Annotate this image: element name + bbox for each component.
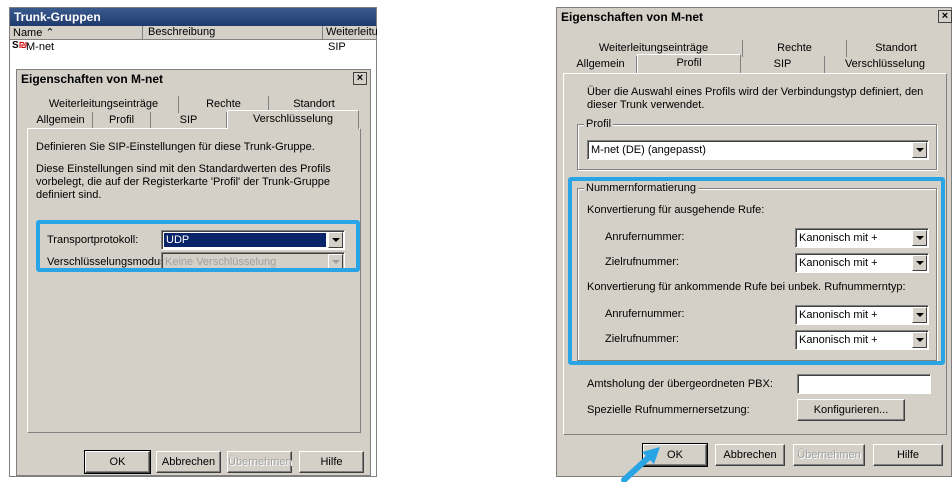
left-intro-text-2: Diese Einstellungen sind mit den Standar… <box>36 163 331 201</box>
left-tabs-front: Allgemein Profil SIP Verschlüsselung <box>29 110 359 129</box>
configure-button[interactable]: Konfigurieren... <box>797 399 905 421</box>
trunk-forward: SIP <box>328 41 346 53</box>
trunk-name: M-net <box>26 41 55 53</box>
list-item[interactable]: S₪ M-net SIP <box>10 40 376 54</box>
tab-profile[interactable]: Profil <box>93 112 151 129</box>
col-name-header[interactable]: Name ⌃ <box>13 26 55 39</box>
cancel-button[interactable]: Abbrechen <box>156 451 221 473</box>
tab-encryption[interactable]: Verschlüsselung <box>227 110 359 129</box>
special-replace-label: Spezielle Rufnummernersetzung: <box>587 404 750 416</box>
tab-sip[interactable]: SIP <box>741 56 825 73</box>
col-description-header[interactable]: Beschreibung <box>148 26 215 38</box>
tab-profile[interactable]: Profil <box>637 54 741 73</box>
apply-button: Übernehmen <box>227 451 292 473</box>
left-intro-text: Definieren Sie SIP-Einstellungen für die… <box>36 141 315 153</box>
pointer-arrow-icon <box>621 447 660 482</box>
apply-button: Übernehmen <box>793 444 865 466</box>
profile-group-label: Profil <box>584 118 614 130</box>
tab-rights[interactable]: Rechte <box>743 40 847 57</box>
pbx-label: Amtsholung der übergeordneten PBX: <box>587 378 773 390</box>
tab-general[interactable]: Allgemein <box>29 112 93 129</box>
tab-sip[interactable]: SIP <box>151 112 227 129</box>
right-tabs-back: Weiterleitungseinträge Rechte Standort <box>565 40 945 57</box>
tab-forwarding[interactable]: Weiterleitungseinträge <box>29 96 179 113</box>
left-properties-dialog: Eigenschaften von M-net × Weiterleitungs… <box>16 69 371 476</box>
pbx-input[interactable] <box>797 374 931 394</box>
trunk-list-header: Name ⌃ Beschreibung Weiterleitu <box>10 26 378 40</box>
left-tab-panel: Definieren Sie SIP-Einstellungen für die… <box>27 128 361 433</box>
right-highlight-box <box>568 177 945 365</box>
profile-select[interactable]: M-net (DE) (angepasst) <box>587 140 929 160</box>
tab-encryption[interactable]: Verschlüsselung <box>825 56 945 73</box>
col-forward-header[interactable]: Weiterleitu <box>326 26 378 38</box>
cancel-button[interactable]: Abbrechen <box>715 444 785 466</box>
chevron-down-icon[interactable] <box>912 142 927 158</box>
sort-up-icon: ⌃ <box>45 27 55 39</box>
right-tabs-front: Allgemein Profil SIP Verschlüsselung <box>565 54 945 73</box>
tab-general[interactable]: Allgemein <box>565 56 637 73</box>
help-button[interactable]: Hilfe <box>873 444 943 466</box>
close-icon[interactable]: × <box>353 72 367 85</box>
trunk-groups-title: Trunk-Gruppen <box>10 8 376 26</box>
tab-location[interactable]: Standort <box>847 40 945 57</box>
left-dialog-title: Eigenschaften von M-net <box>17 70 370 88</box>
right-intro-text: Über die Auswahl eines Profils wird der … <box>587 86 924 111</box>
left-highlight-box <box>36 220 360 272</box>
ok-button[interactable]: OK <box>84 450 151 474</box>
help-button[interactable]: Hilfe <box>299 451 364 473</box>
close-icon[interactable]: × <box>938 10 952 23</box>
right-dialog-title: Eigenschaften von M-net <box>557 8 951 26</box>
